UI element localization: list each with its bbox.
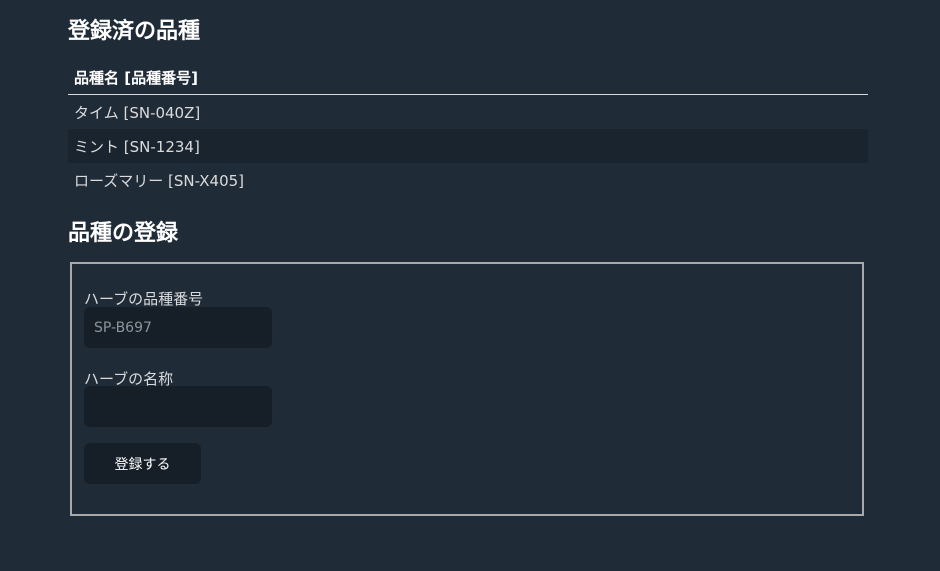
- page: 登録済の品種 品種名 [品種番号] タイム [SN-040Z] ミント [SN-…: [0, 0, 940, 571]
- table-cell-variety: ローズマリー [SN-X405]: [74, 171, 245, 190]
- table-header-variety: 品種名 [品種番号]: [68, 60, 868, 95]
- table-row: タイム [SN-040Z]: [68, 95, 868, 130]
- register-variety-title: 品種の登録: [68, 221, 179, 246]
- table-row: ローズマリー [SN-X405]: [68, 163, 868, 197]
- table-header-row: 品種名 [品種番号]: [68, 60, 868, 95]
- register-button[interactable]: 登録する: [84, 443, 201, 484]
- table-row: ミント [SN-1234]: [68, 129, 868, 163]
- table-cell-variety: ミント [SN-1234]: [68, 129, 868, 163]
- herb-number-label: ハーブの品種番号: [84, 290, 204, 308]
- table-cell-variety: タイム [SN-040Z]: [74, 103, 201, 122]
- registered-varieties-title: 登録済の品種: [68, 19, 201, 44]
- herb-name-input[interactable]: [84, 386, 272, 427]
- herb-number-input[interactable]: [84, 307, 272, 348]
- register-variety-form: ハーブの品種番号 ハーブの名称 登録する: [70, 262, 864, 516]
- registered-varieties-table: 品種名 [品種番号] タイム [SN-040Z] ミント [SN-1234] ロ…: [68, 60, 868, 197]
